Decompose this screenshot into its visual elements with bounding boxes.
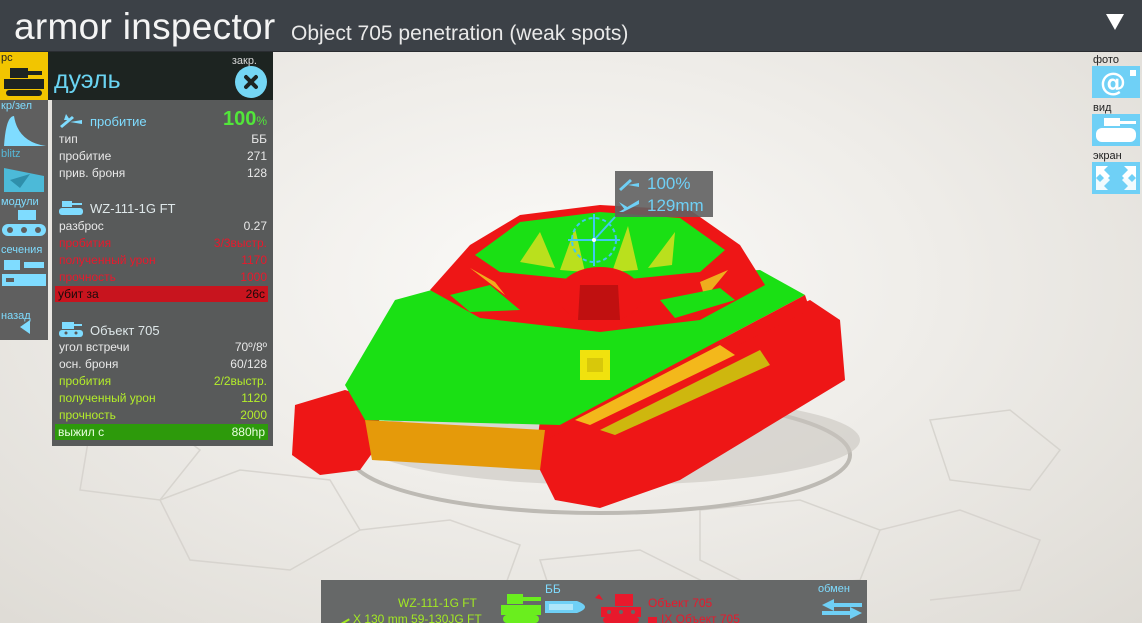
shot-effective-armor-row: прив. броня 128 — [59, 166, 267, 180]
defender-tier[interactable]: IX Объект 705 — [648, 612, 740, 623]
defender-penetrations-row: пробития 2/2выстр. — [59, 374, 267, 388]
blitz-icon — [4, 168, 44, 192]
blitz-mode-button[interactable]: blitz — [0, 148, 48, 196]
attacker-hp-row: прочность 1000 — [59, 270, 267, 284]
penetration-chance: 100% — [222, 108, 267, 130]
left-toolbar: рс кр/зел blitz модули сечения назад — [0, 52, 48, 340]
attacker-section-header: WZ-111-1G FT — [58, 199, 175, 217]
defender-damage-received-row: полученный урон 1120 — [59, 391, 267, 405]
defender-hp-row: прочность 2000 — [59, 408, 267, 422]
defender-tank-icon — [59, 322, 83, 337]
attacker-tank-icon — [59, 201, 83, 215]
attacker-tank-icon[interactable] — [499, 592, 543, 623]
penetration-icon — [60, 114, 82, 128]
attacker-dispersion-row: разброс 0.27 — [59, 219, 267, 233]
duel-panel: пробитие 100% тип ББ пробитие 271 прив. бр… — [52, 100, 273, 446]
defender-survived-row: выжил с 880hp — [55, 424, 268, 440]
page-subtitle: Object 705 penetration (weak spots) — [291, 22, 629, 45]
defender-name[interactable]: Объект 705 — [648, 596, 712, 610]
attacker-name[interactable]: WZ-111-1G FT — [398, 596, 477, 610]
modules-icon — [2, 210, 46, 236]
photo-button[interactable]: фото @ — [1092, 52, 1140, 100]
right-toolbar: фото @ вид экран — [1092, 52, 1142, 196]
shot-penetration-row: пробитие 271 — [59, 149, 267, 163]
duel-title: дуэль — [54, 66, 121, 94]
back-button[interactable]: назад — [0, 292, 48, 340]
back-arrow-icon — [20, 320, 30, 334]
attacker-damage-received-row: полученный урон 1170 — [59, 253, 267, 267]
red-green-mode-button[interactable]: кр/зел — [0, 100, 48, 148]
penetration-icon — [619, 179, 639, 191]
defender-impact-angle-row: угол встречи 70º/8º — [59, 340, 267, 354]
gun-icon — [338, 614, 350, 623]
tank-view-icon — [1092, 114, 1140, 146]
tier-icon — [648, 617, 657, 623]
svg-text:@: @ — [1100, 68, 1126, 98]
sections-button[interactable]: сечения — [0, 244, 48, 292]
defender-base-armor-row: осн. броня 60/128 — [59, 357, 267, 371]
fullscreen-icon — [1092, 162, 1140, 194]
view-button[interactable]: вид — [1092, 100, 1140, 148]
sections-icon — [2, 260, 46, 286]
tank-icon — [4, 68, 44, 96]
shell-icon[interactable] — [543, 597, 595, 617]
tooltip-armor: 129mm — [617, 196, 704, 216]
attacker-penetrations-row: пробития 3/3выстр. — [59, 236, 267, 250]
top-bar: armor inspector Object 705 penetration (… — [0, 0, 1142, 52]
modules-button[interactable]: модули — [0, 196, 48, 244]
duel-panel-header: дуэль закр. — [48, 52, 273, 100]
armor-thickness-icon — [619, 200, 639, 212]
menu-dropdown-icon[interactable] — [1106, 14, 1124, 30]
swap-arrows-icon[interactable] — [818, 597, 866, 621]
attacker-gun[interactable]: X 130 mm 59-130JG FT — [338, 612, 482, 623]
defender-tank-icon[interactable] — [593, 592, 643, 623]
defender-section-header: Объект 705 — [58, 321, 160, 339]
tooltip-penetration: 100% — [617, 174, 690, 194]
hit-tooltip: 100% 129mm — [615, 171, 713, 217]
curve-icon — [4, 116, 46, 146]
matchup-bar: WZ-111-1G FT X 130 mm 59-130JG FT ББ Объ… — [321, 580, 867, 623]
close-icon[interactable] — [235, 66, 267, 98]
photo-at-icon: @ — [1092, 66, 1140, 98]
app-title: armor inspector — [14, 6, 276, 47]
fullscreen-button[interactable]: экран — [1092, 148, 1140, 196]
tank-mode-button[interactable]: рс — [0, 52, 48, 100]
attacker-killed-in-row: убит за 26с — [55, 286, 268, 302]
ammo-type[interactable]: ББ — [545, 582, 561, 596]
penetration-section-header: пробитие — [58, 112, 147, 130]
swap-label: обмен — [818, 583, 850, 595]
shot-type-row: тип ББ — [59, 132, 267, 146]
